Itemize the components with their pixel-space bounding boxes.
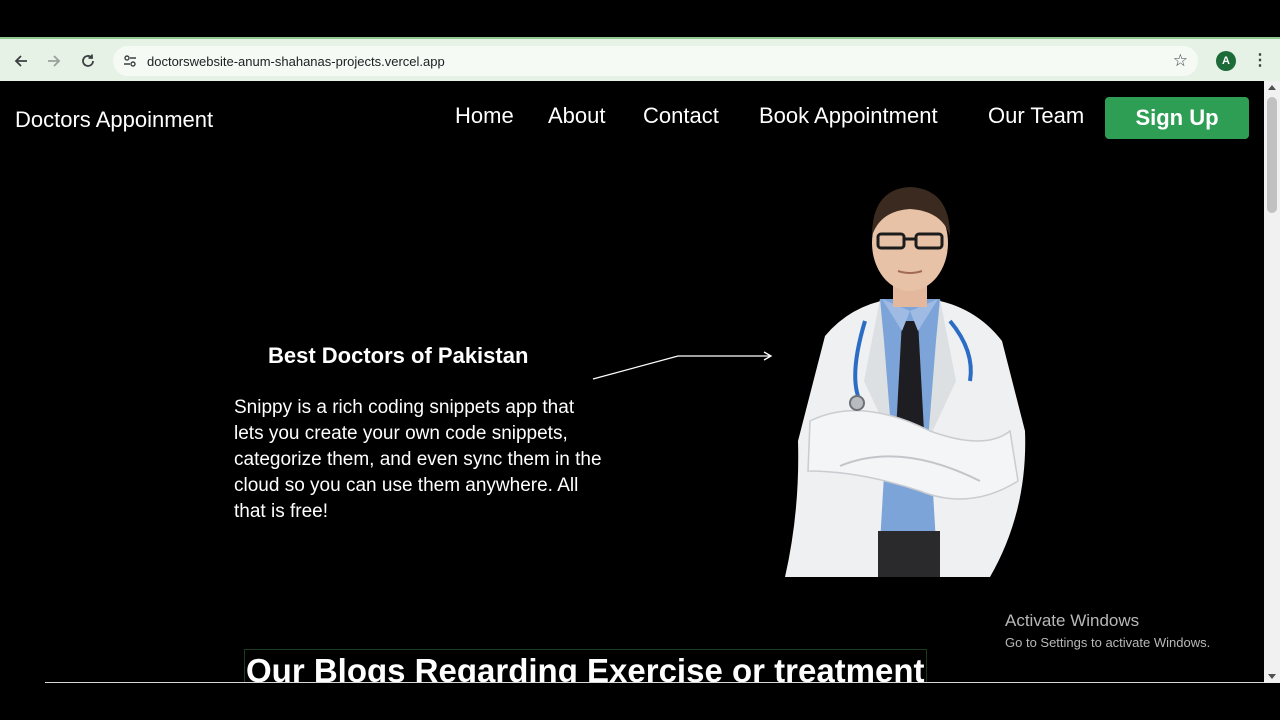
nav-item-about[interactable]: About (548, 103, 606, 129)
nav-item-our-team[interactable]: Our Team (988, 103, 1084, 129)
doctor-image (785, 187, 1026, 577)
nav-item-book-appointment[interactable]: Book Appointment (759, 103, 938, 129)
url-text[interactable]: doctorswebsite-anum-shahanas-projects.ve… (147, 54, 445, 69)
blogs-section-title: Our Blogs Regarding Exercise or treatmen… (244, 649, 927, 683)
vertical-scrollbar[interactable] (1264, 81, 1280, 683)
window-bottom-strip (0, 683, 1280, 720)
watermark-line-1: Activate Windows (1005, 611, 1140, 630)
scroll-thumb[interactable] (1267, 97, 1277, 213)
nav-item-home[interactable]: Home (455, 103, 514, 129)
sign-up-button[interactable]: Sign Up (1105, 97, 1249, 139)
star-icon[interactable]: ☆ (1173, 51, 1188, 71)
tune-icon[interactable] (121, 52, 139, 70)
arrow-left-icon[interactable] (10, 50, 32, 72)
page-content: Doctors Appoinment Home About Contact Bo… (0, 81, 1264, 683)
main-nav: Home About Contact Book Appointment Our … (0, 97, 1264, 139)
nav-item-contact[interactable]: Contact (643, 103, 719, 129)
scroll-up-icon[interactable] (1268, 85, 1276, 90)
hero-description: Snippy is a rich coding snippets app tha… (234, 397, 602, 522)
arrow-right-icon[interactable] (43, 50, 65, 72)
window-top-strip (0, 0, 1280, 37)
watermark-line-2: Go to Settings to activate Windows. (1005, 635, 1211, 650)
browser-toolbar: doctorswebsite-anum-shahanas-projects.ve… (0, 37, 1280, 81)
hero-title: Best Doctors of Pakistan (268, 343, 529, 368)
address-bar[interactable]: doctorswebsite-anum-shahanas-projects.ve… (113, 46, 1198, 76)
activate-windows-watermark: Activate Windows Go to Settings to activ… (1005, 611, 1210, 650)
arrow-icon (592, 351, 773, 380)
kebab-menu-icon[interactable]: ⋮ (1252, 49, 1268, 73)
reload-icon[interactable] (77, 50, 99, 72)
profile-avatar[interactable]: A (1216, 51, 1236, 71)
scroll-down-icon[interactable] (1268, 674, 1276, 679)
